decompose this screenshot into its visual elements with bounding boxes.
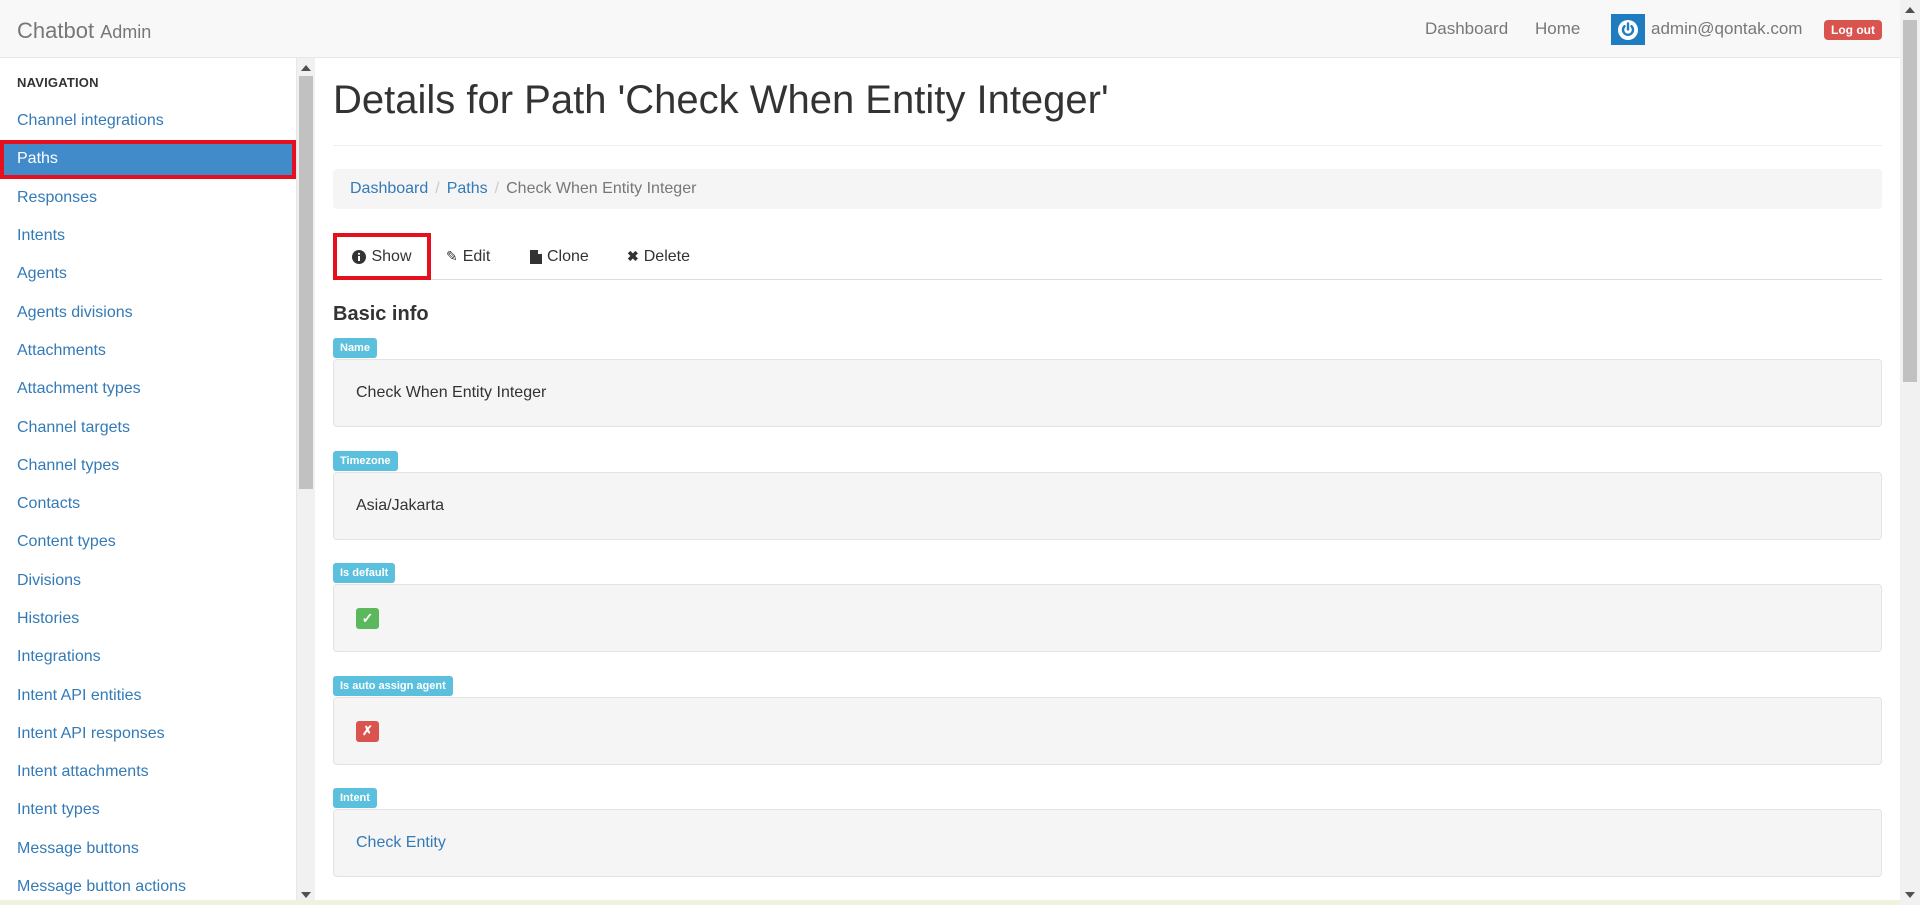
- field-is-auto-assign-agent: Is auto assign agent ✗: [333, 674, 1882, 765]
- sidebar-scrollbar[interactable]: [297, 58, 315, 905]
- top-navbar: Chatbot Admin Dashboard Home admin@qonta…: [0, 0, 1900, 58]
- sidebar-list: Channel integrations Paths Responses Int…: [0, 102, 296, 905]
- timezone-value: Asia/Jakarta: [356, 497, 445, 514]
- field-timezone: Timezone Asia/Jakarta: [333, 449, 1882, 540]
- breadcrumb-separator: /: [435, 180, 440, 197]
- field-label-timezone: Timezone: [333, 451, 398, 471]
- nav-link-home[interactable]: Home: [1535, 19, 1580, 39]
- breadcrumb-separator: /: [494, 180, 500, 197]
- sidebar-item-channel-targets[interactable]: Channel targets: [0, 408, 296, 446]
- brand[interactable]: Chatbot Admin: [17, 18, 151, 44]
- sidebar-item-channel-types[interactable]: Channel types: [0, 447, 296, 485]
- brand-title: Chatbot: [17, 18, 95, 43]
- check-icon: ✓: [356, 607, 379, 629]
- title-divider: [333, 145, 1882, 146]
- field-value-name: Check When Entity Integer: [333, 359, 1882, 427]
- sidebar-item-attachment-types[interactable]: Attachment types: [0, 370, 296, 408]
- times-icon: ✖: [627, 248, 639, 264]
- file-icon: [530, 249, 542, 264]
- sidebar-header: NAVIGATION: [17, 75, 99, 90]
- field-value-is-default: ✓: [333, 584, 1882, 652]
- sidebar-item-intents[interactable]: Intents: [0, 217, 296, 255]
- field-value-timezone: Asia/Jakarta: [333, 472, 1882, 540]
- section-title-basic-info: Basic info: [333, 303, 429, 325]
- tab-edit-label: Edit: [462, 247, 491, 265]
- tab-edit[interactable]: ✎ Edit: [446, 233, 490, 280]
- sidebar-item-agents-divisions[interactable]: Agents divisions: [0, 293, 296, 331]
- page-scroll-down-arrow-icon[interactable]: [1905, 892, 1915, 898]
- tab-delete-label: Delete: [643, 247, 690, 265]
- main-content: Details for Path 'Check When Entity Inte…: [333, 58, 1882, 905]
- page-scroll-thumb[interactable]: [1903, 20, 1917, 382]
- sidebar-item-attachments[interactable]: Attachments: [0, 332, 296, 370]
- user-email[interactable]: admin@qontak.com: [1651, 19, 1802, 39]
- info-circle-icon: [352, 249, 367, 264]
- tab-delete[interactable]: ✖ Delete: [627, 233, 690, 280]
- field-label-is-auto-assign-agent: Is auto assign agent: [333, 676, 453, 696]
- page-scroll-up-arrow-icon[interactable]: [1905, 7, 1915, 13]
- field-value-is-auto-assign-agent: ✗: [333, 697, 1882, 765]
- pencil-icon: ✎: [446, 248, 458, 264]
- field-name: Name Check When Entity Integer: [333, 336, 1882, 427]
- page-scrollbar[interactable]: [1900, 0, 1920, 905]
- field-is-default: Is default ✓: [333, 561, 1882, 652]
- breadcrumb-dashboard[interactable]: Dashboard: [350, 180, 428, 198]
- action-tabs: Show ✎ Edit Clone ✖ Delete: [333, 233, 1882, 280]
- avatar[interactable]: [1611, 14, 1645, 45]
- sidebar: NAVIGATION Channel integrations Paths Re…: [0, 58, 297, 905]
- tab-clone-label: Clone: [547, 247, 589, 265]
- sidebar-item-paths[interactable]: Paths: [0, 140, 296, 179]
- sidebar-item-responses[interactable]: Responses: [0, 179, 296, 217]
- sidebar-item-histories[interactable]: Histories: [0, 600, 296, 638]
- breadcrumb-current: Check When Entity Integer: [506, 180, 697, 197]
- sidebar-item-divisions[interactable]: Divisions: [0, 562, 296, 600]
- field-intent: Intent Check Entity: [333, 786, 1882, 877]
- page-title: Details for Path 'Check When Entity Inte…: [333, 78, 1109, 122]
- scroll-down-arrow-icon[interactable]: [301, 892, 311, 898]
- power-icon: [1618, 19, 1638, 40]
- field-label-is-default: Is default: [333, 563, 396, 583]
- sidebar-item-agents[interactable]: Agents: [0, 255, 296, 293]
- cross-icon: ✗: [356, 720, 379, 742]
- sidebar-item-intent-api-entities[interactable]: Intent API entities: [0, 676, 296, 714]
- tab-show[interactable]: Show: [333, 233, 431, 280]
- logout-button[interactable]: Log out: [1824, 20, 1882, 40]
- brand-subtitle: Admin: [100, 22, 152, 42]
- sidebar-item-intent-api-responses[interactable]: Intent API responses: [0, 715, 296, 753]
- sidebar-item-content-types[interactable]: Content types: [0, 523, 296, 561]
- name-value: Check When Entity Integer: [356, 384, 547, 401]
- sidebar-item-contacts[interactable]: Contacts: [0, 485, 296, 523]
- field-label-intent: Intent: [333, 788, 377, 808]
- breadcrumb: Dashboard / Paths / Check When Entity In…: [333, 169, 1882, 209]
- tab-clone[interactable]: Clone: [530, 233, 589, 280]
- bottom-strip: [0, 900, 1900, 905]
- scroll-up-arrow-icon[interactable]: [301, 65, 311, 71]
- field-value-intent: Check Entity: [333, 809, 1882, 877]
- sidebar-item-message-buttons[interactable]: Message buttons: [0, 830, 296, 868]
- sidebar-item-channel-integrations[interactable]: Channel integrations: [0, 102, 296, 140]
- sidebar-item-integrations[interactable]: Integrations: [0, 638, 296, 676]
- sidebar-scroll-thumb[interactable]: [299, 76, 313, 489]
- sidebar-item-intent-attachments[interactable]: Intent attachments: [0, 753, 296, 791]
- sidebar-item-intent-types[interactable]: Intent types: [0, 791, 296, 829]
- nav-link-dashboard[interactable]: Dashboard: [1425, 19, 1508, 39]
- intent-link[interactable]: Check Entity: [356, 834, 446, 852]
- tab-show-label: Show: [371, 247, 412, 265]
- field-label-name: Name: [333, 338, 377, 358]
- breadcrumb-paths[interactable]: Paths: [447, 180, 488, 198]
